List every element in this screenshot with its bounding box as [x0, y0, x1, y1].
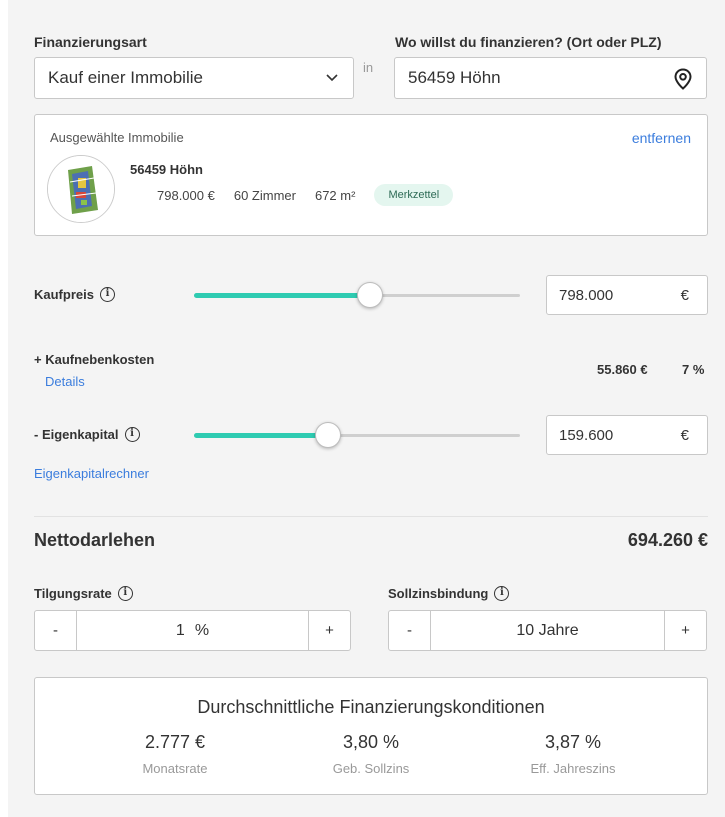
location-label: Wo willst du finanzieren? (Ort oder PLZ)	[395, 34, 662, 50]
property-title: 56459 Höhn	[130, 162, 203, 177]
eigenkapitalrechner-link[interactable]: Eigenkapitalrechner	[34, 466, 149, 481]
kaufpreis-currency: €	[680, 287, 689, 304]
eigenkapital-value: 159.600	[559, 426, 614, 444]
condition-jahreszins: 3,87 % Eff. Jahreszins	[473, 732, 673, 776]
selected-property-card: Ausgewählte Immobilie entfernen 56459 Hö…	[34, 114, 708, 236]
property-rooms: 60 Zimmer	[233, 187, 296, 203]
property-thumbnail	[47, 155, 115, 223]
in-text: in	[363, 60, 374, 75]
kaufpreis-slider-fill	[194, 293, 371, 298]
tilgung-unit: %	[194, 621, 210, 639]
nebenkosten-amount: 55.860 €	[597, 362, 648, 377]
info-icon[interactable]: i	[124, 427, 140, 442]
merkzettel-badge[interactable]: Merkzettel	[374, 184, 454, 206]
financing-type-select[interactable]: Kauf einer Immobilie	[34, 57, 354, 99]
condition-sollzins: 3,80 % Geb. Sollzins	[271, 732, 471, 776]
selected-property-heading: Ausgewählte Immobilie	[50, 130, 184, 145]
nebenkosten-percent: 7 %	[682, 362, 705, 377]
info-icon[interactable]: i	[99, 287, 115, 302]
location-value: 56459 Höhn	[408, 68, 501, 87]
eigenkapital-label: - Eigenkapital	[34, 427, 119, 442]
financing-type-value: Kauf einer Immobilie	[48, 68, 203, 87]
kaufpreis-row-label: Kaufpreis i	[34, 287, 115, 302]
eigenkapital-currency: €	[680, 427, 689, 444]
condition-value: 3,87 %	[544, 732, 602, 752]
property-price: 798.000 €	[157, 187, 215, 203]
tilgung-increment-button[interactable]: +	[308, 611, 350, 650]
tilgung-decrement-button[interactable]: -	[35, 611, 77, 650]
sollzins-stepper: - 10 Jahre +	[388, 610, 707, 651]
conditions-card: Durchschnittliche Finanzierungskondition…	[34, 677, 708, 795]
sollzins-value-field[interactable]: 10 Jahre	[431, 611, 664, 650]
condition-label: Monatsrate	[142, 761, 208, 776]
financing-type-label: Finanzierungsart	[34, 34, 147, 50]
tilgung-value-field[interactable]: 1 %	[77, 611, 308, 650]
kaufpreis-label: Kaufpreis	[34, 287, 94, 302]
nebenkosten-details-link[interactable]: Details	[45, 374, 85, 389]
kaufpreis-input[interactable]: 798.000 €	[546, 275, 708, 315]
info-icon[interactable]: i	[494, 586, 510, 601]
nettodarlehen-value: 694.260 €	[627, 530, 708, 550]
condition-value: 2.777 €	[144, 732, 206, 752]
eigenkapital-slider-handle[interactable]	[314, 422, 341, 448]
location-pin-icon[interactable]	[673, 68, 693, 90]
kaufpreis-slider[interactable]	[194, 282, 520, 308]
property-map-image	[48, 156, 114, 222]
tilgung-stepper: - 1 % +	[34, 610, 351, 651]
eigenkapital-slider[interactable]	[194, 422, 520, 448]
chevron-down-icon	[326, 74, 338, 82]
sollzins-increment-button[interactable]: +	[664, 611, 706, 650]
tilgung-label: Tilgungsrate	[34, 586, 112, 601]
sollzins-decrement-button[interactable]: -	[389, 611, 431, 650]
location-input[interactable]: 56459 Höhn	[394, 57, 707, 99]
divider	[34, 516, 708, 517]
remove-property-link[interactable]: entfernen	[632, 130, 691, 146]
kaufpreis-value: 798.000	[559, 286, 614, 304]
condition-monatsrate: 2.777 € Monatsrate	[75, 732, 275, 776]
nebenkosten-label: + Kaufnebenkosten	[34, 352, 155, 367]
property-area: 672 m²	[314, 187, 356, 203]
condition-label: Geb. Sollzins	[332, 761, 410, 776]
eigenkapital-row-label: - Eigenkapital i	[34, 427, 140, 442]
condition-label: Eff. Jahreszins	[530, 761, 616, 776]
eigenkapital-input[interactable]: 159.600 €	[546, 415, 708, 455]
sollzins-row-label: Sollzinsbindung i	[388, 586, 510, 601]
property-meta: 798.000 € 60 Zimmer 672 m² Merkzettel	[157, 184, 454, 206]
tilgung-value: 1	[175, 621, 185, 639]
info-icon[interactable]: i	[117, 586, 133, 601]
condition-value: 3,80 %	[342, 732, 400, 752]
eigenkapital-slider-fill	[194, 433, 328, 438]
nettodarlehen-label: Nettodarlehen	[34, 530, 156, 550]
sollzins-value: 10 Jahre	[516, 621, 579, 639]
conditions-title: Durchschnittliche Finanzierungskondition…	[197, 697, 545, 717]
tilgung-row-label: Tilgungsrate i	[34, 586, 133, 601]
sollzins-label: Sollzinsbindung	[388, 586, 489, 601]
kaufpreis-slider-handle[interactable]	[357, 282, 384, 308]
